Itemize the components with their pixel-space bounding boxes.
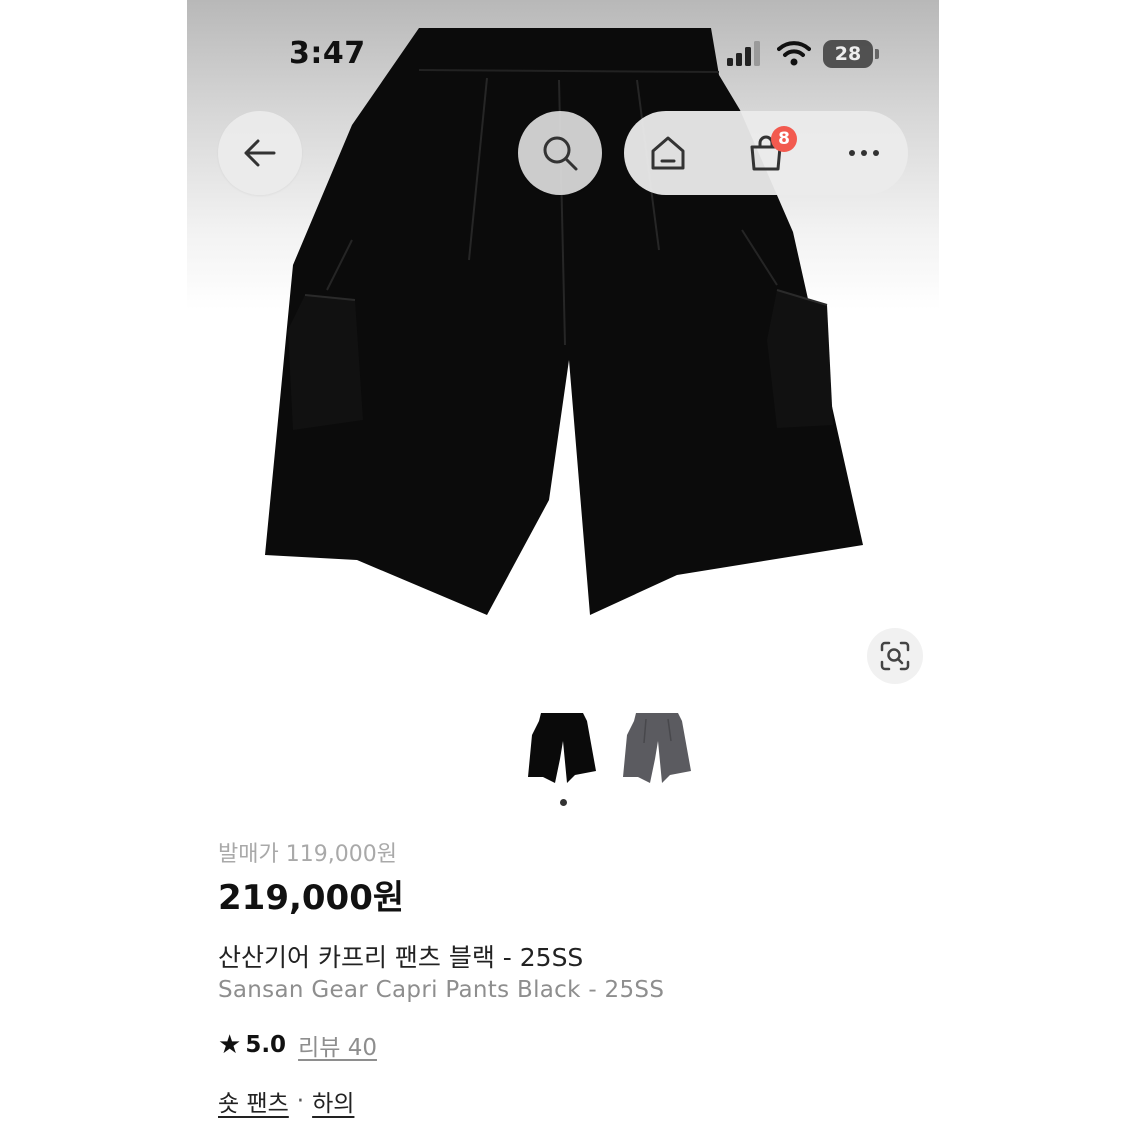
product-image-gallery[interactable]: 3:47 28 8 [187,0,939,700]
reviews-link[interactable]: 리뷰 40 [298,1028,377,1062]
star-icon: ★ [218,1030,242,1060]
nav-pill: 8 [624,111,908,195]
category-breadcrumb: 숏 팬츠 · 하의 [218,1084,354,1118]
thumbnail-black[interactable] [523,707,603,787]
thumbnail-black-image [528,713,596,783]
cart-count-badge: 8 [771,126,797,152]
home-icon [651,136,685,170]
category-link-short-pants[interactable]: 숏 팬츠 [218,1084,289,1118]
original-price: 발매가 119,000원 [218,842,397,867]
back-arrow-icon [244,139,276,167]
current-price: 219,000원 [218,878,405,918]
more-icon [849,150,879,156]
battery-tip [875,49,879,59]
search-icon [543,136,578,171]
lens-search-icon [880,641,910,671]
product-name-english: Sansan Gear Capri Pants Black - 25SS [218,977,665,1003]
category-link-bottoms[interactable]: 하의 [312,1084,354,1118]
wifi-icon [777,41,811,66]
search-button[interactable] [518,111,602,195]
product-image [265,28,863,615]
rating-row: ★ 5.0 리뷰 40 [218,1028,377,1062]
status-time: 3:47 [289,36,366,71]
thumbnail-gray[interactable] [618,707,698,787]
category-separator: · [296,1088,305,1114]
cellular-signal-icon [727,41,760,66]
home-button[interactable] [648,133,688,173]
more-button[interactable] [844,133,884,173]
back-button[interactable] [218,111,302,195]
battery-icon: 28 [823,40,873,68]
product-detail-screen: 3:47 28 8 발매가 119,000원 219,000원 산산기어 카프리… [187,0,939,1125]
product-name-korean: 산산기어 카프리 팬츠 블랙 - 25SS [218,943,584,972]
gallery-page-indicator [560,799,567,806]
thumbnail-gray-image [623,713,691,783]
image-search-button[interactable] [867,628,923,684]
rating-score: 5.0 [245,1032,287,1058]
